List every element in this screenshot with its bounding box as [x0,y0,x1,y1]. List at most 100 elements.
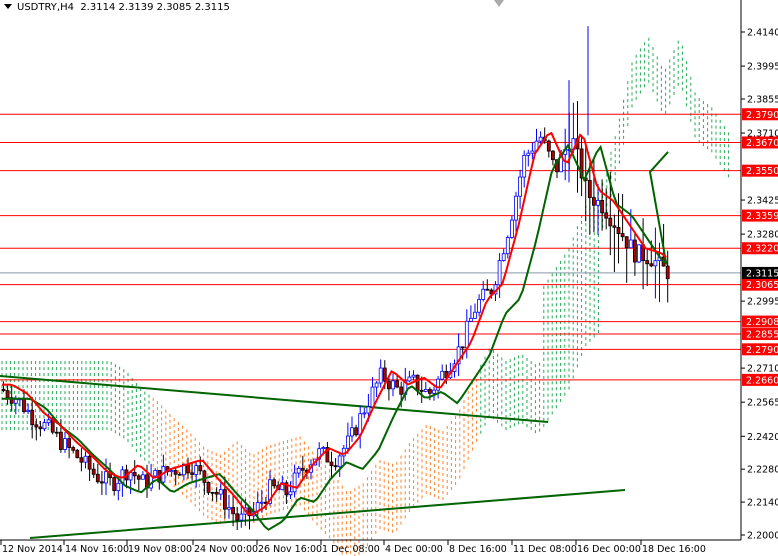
candle-bull [337,455,342,468]
candle-bear [600,200,604,214]
candle-bear [231,507,236,515]
candle-bull [497,260,502,286]
candle-bull [288,491,293,496]
y-tick-label: 2.2565 [747,398,778,409]
candle-bear [604,212,609,219]
x-tick-label: 14 Nov 16:00 [65,544,129,555]
candle-bear [665,265,670,280]
candle-bull [628,239,633,249]
candle-bear [624,236,629,249]
candle-bull [481,288,486,300]
candle-bear [616,226,621,234]
price-chart[interactable]: 2.41402.39952.38552.37102.34252.32802.29… [0,0,778,556]
kijun-sen-line [2,131,667,516]
candle-bull [227,507,231,510]
candle-bull [526,152,531,156]
dropdown-triangle-icon[interactable] [4,4,12,9]
y-tick-label: 2.2710 [747,364,778,375]
candle-bear [551,150,555,161]
candle-bull [259,501,264,504]
candle-bull [436,378,441,391]
candle-bull [423,389,428,392]
level-price-label: 2.2790 [746,345,778,356]
candle-bull [83,455,88,463]
y-tick-label: 2.3425 [747,196,778,207]
level-price-label: 2.3790 [746,110,778,121]
candle-bull [514,195,518,221]
candle-bear [87,455,92,470]
candle-bull [362,412,367,415]
candle-bear [382,367,387,382]
candle-bull [374,382,379,388]
candle-bear [415,374,420,391]
candle-bear [1,388,6,392]
candle-bull [370,386,375,408]
candle-bear [206,482,211,493]
x-tick-label: 4 Dec 00:00 [385,544,443,555]
candle-bear [645,260,650,265]
candle-bear [67,438,71,448]
candle-bear [592,197,596,206]
ichimoku-cloud [1,37,730,556]
level-price-label: 2.2908 [746,317,778,328]
x-tick-label: 18 Dec 16:00 [642,544,706,555]
candle-bear [235,513,240,521]
symbol-label: USDTRY,H4 [17,2,74,13]
candle-bull [218,489,223,495]
ohlc-readout: 2.3114 2.3139 2.3085 2.3115 [80,2,230,13]
current-price-label: 2.3115 [746,268,778,279]
level-price-label: 2.3220 [746,244,778,255]
level-price-label: 2.3670 [746,138,778,149]
candle-bear [202,470,207,483]
candle-bull [366,406,371,414]
candle-bear [22,398,26,412]
candle-bear [419,389,424,392]
candle-bull [407,376,412,382]
candle-bull [522,154,527,178]
x-tick-label: 12 Nov 2014 [2,544,63,555]
candle-bear [460,346,465,349]
candle-bull [378,367,383,384]
candle-bull [464,320,469,349]
candle-bear [222,489,227,510]
candle-bear [34,424,39,428]
candle-bull [653,260,658,267]
x-tick-label: 8 Dec 16:00 [449,544,507,555]
candle-bull [637,244,641,263]
candle-bull [153,470,158,477]
candle-bear [300,467,305,471]
y-tick-label: 2.2995 [747,297,778,308]
y-tick-label: 2.2140 [747,498,778,509]
candle-bear [386,380,391,390]
candle-bear [633,239,637,263]
candle-bear [54,431,59,434]
level-price-label: 2.3550 [746,166,778,177]
candle-bear [30,409,35,426]
x-tick-label: 16 Dec 00:00 [577,544,641,555]
y-tick-label: 2.3280 [747,230,778,241]
candle-bear [546,140,551,152]
candle-bear [427,389,432,394]
candle-bull [296,467,301,474]
candle-bear [612,225,617,228]
candle-bear [5,390,10,399]
x-tick-label: 26 Nov 16:00 [258,544,322,555]
candle-bear [587,180,592,199]
candle-bear [190,472,195,475]
candle-bear [50,419,55,433]
candle-bull [501,253,506,262]
candle-bear [354,427,359,436]
candle-bull [239,513,244,521]
level-price-label: 2.2855 [746,330,778,341]
candle-bear [608,217,613,227]
candle-bear [210,491,215,494]
candle-bear [100,481,104,484]
candle-bull [13,399,18,404]
candle-bear [214,492,219,495]
chart-window: USDTRY,H4 2.3114 2.3139 2.3085 2.3115 2.… [0,0,778,556]
x-tick-label: 11 Dec 08:00 [513,544,577,555]
trend-line-lower [29,489,626,539]
candle-bull [391,380,395,390]
candle-bear [136,475,141,480]
candle-bear [91,468,96,475]
